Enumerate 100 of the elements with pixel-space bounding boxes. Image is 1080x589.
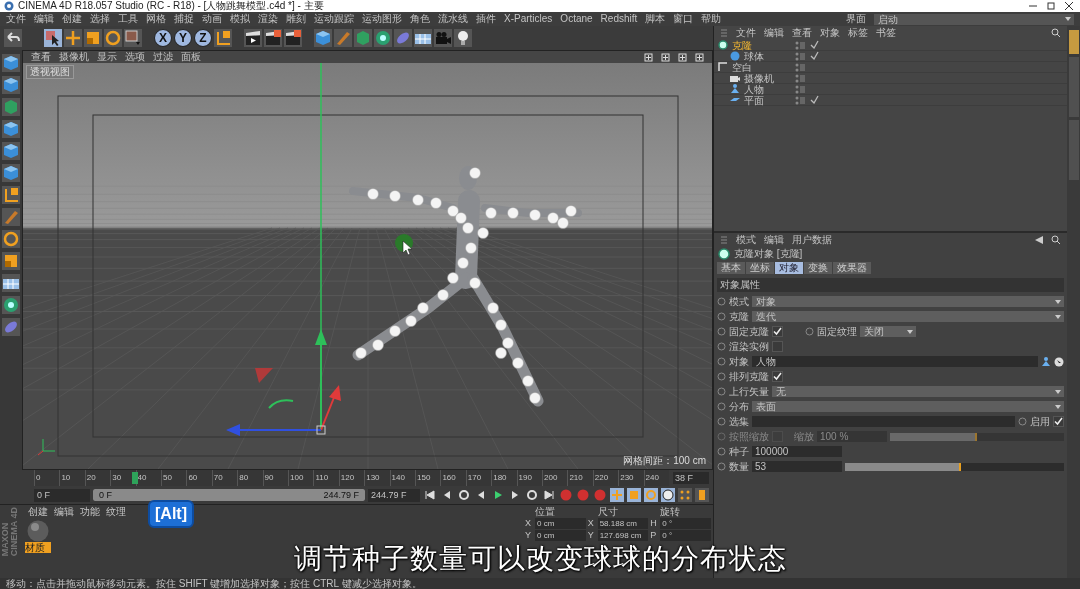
checkbox[interactable]: [772, 341, 783, 352]
axis-lock-button[interactable]: X: [154, 29, 172, 47]
checkbox[interactable]: [772, 371, 783, 382]
menu-item[interactable]: 捕捉: [174, 13, 194, 25]
checkbox[interactable]: [1053, 416, 1064, 427]
dots-icon[interactable]: [678, 488, 692, 502]
object-name[interactable]: 摄像机: [744, 72, 794, 84]
menu-item[interactable]: X-Particles: [504, 13, 553, 25]
move-arrows-icon[interactable]: [644, 52, 653, 62]
layout-dropdown[interactable]: 启动: [874, 13, 1074, 25]
dropdown[interactable]: 关闭: [860, 326, 916, 337]
keyframe-dot-icon[interactable]: [717, 357, 726, 366]
axis-lock-button[interactable]: Z: [194, 29, 212, 47]
playhead-marker[interactable]: [132, 472, 139, 484]
clapperboard-icon[interactable]: [244, 29, 262, 47]
menu-item[interactable]: 编辑: [764, 27, 784, 39]
menu-item[interactable]: 对象: [820, 27, 840, 39]
keyframe-dot-icon[interactable]: [717, 447, 726, 456]
tab[interactable]: 基本: [717, 262, 745, 274]
viewport-menu-item[interactable]: 选项: [125, 51, 145, 63]
menu-item[interactable]: 渲染: [258, 13, 278, 25]
timeline-icon[interactable]: [695, 488, 709, 502]
clapperboard-icon[interactable]: [264, 29, 282, 47]
tab[interactable]: 坐标: [746, 262, 774, 274]
ring-icon[interactable]: [2, 230, 20, 248]
material-ball-icon[interactable]: [27, 520, 49, 542]
skip-end-icon[interactable]: [542, 488, 556, 502]
menu-item[interactable]: 模拟: [230, 13, 250, 25]
dropdown[interactable]: 无: [772, 386, 1064, 397]
grid-icon[interactable]: [2, 274, 20, 292]
link-field[interactable]: 人物: [752, 356, 1038, 367]
dropdown[interactable]: 迭代: [752, 311, 1064, 322]
viewport-menu-item[interactable]: 面板: [181, 51, 201, 63]
object-name[interactable]: 球体: [744, 50, 794, 62]
menu-item[interactable]: 编辑: [34, 13, 54, 25]
side-tab[interactable]: [1068, 30, 1079, 54]
axis-lock-button[interactable]: Y: [174, 29, 192, 47]
keyframe-dot-icon[interactable]: [717, 417, 726, 426]
move-icon[interactable]: [64, 29, 82, 47]
flower-icon[interactable]: [374, 29, 392, 47]
menu-item[interactable]: 文件: [6, 13, 26, 25]
tab[interactable]: 变换: [804, 262, 832, 274]
keyframe-dot-icon[interactable]: [717, 297, 726, 306]
keyframe-dot-icon[interactable]: [1018, 417, 1027, 426]
object-name[interactable]: 空白: [732, 61, 794, 73]
keyframe-dot-icon[interactable]: [717, 312, 726, 321]
flower-icon[interactable]: [2, 296, 20, 314]
cube-icon[interactable]: [314, 29, 332, 47]
menu-item[interactable]: 创建: [62, 13, 82, 25]
menu-item[interactable]: 标签: [848, 27, 868, 39]
menu-item[interactable]: 脚本: [645, 13, 666, 25]
scale-icon[interactable]: [84, 29, 102, 47]
keyframe-dot-icon[interactable]: [717, 387, 726, 396]
object-name[interactable]: 人物: [744, 83, 794, 95]
number-field[interactable]: 100000: [752, 446, 842, 457]
pick-icon[interactable]: [1054, 356, 1064, 367]
coordinate-field[interactable]: 0 °: [660, 530, 711, 541]
bulb-icon[interactable]: [454, 29, 472, 47]
menu-item[interactable]: 流水线: [438, 13, 468, 25]
view-name-label[interactable]: 透视视图: [26, 65, 74, 79]
cube-icon[interactable]: [2, 120, 20, 138]
menu-item[interactable]: 编辑: [764, 234, 784, 246]
menu-item[interactable]: 窗口: [673, 13, 694, 25]
rotate-view-icon[interactable]: [678, 52, 687, 62]
material-menu-item[interactable]: 编辑: [54, 505, 74, 518]
object-name[interactable]: 平面: [744, 94, 794, 106]
back-arrow-icon[interactable]: [1035, 236, 1043, 244]
loop-icon[interactable]: [457, 488, 471, 502]
camera-icon[interactable]: [434, 29, 452, 47]
coordinate-field[interactable]: 0 cm: [535, 530, 586, 541]
end-frame-field[interactable]: 244.79 F: [368, 488, 420, 502]
viewport-menu-item[interactable]: 摄像机: [59, 51, 89, 63]
keyframe-dot-icon[interactable]: [805, 327, 814, 336]
close-icon[interactable]: [1062, 1, 1076, 11]
material-menu-item[interactable]: 纹理: [106, 505, 126, 518]
viewport-menu-item[interactable]: 过滤: [153, 51, 173, 63]
hexagon-icon[interactable]: [2, 98, 20, 116]
menu-item[interactable]: 模式: [736, 234, 756, 246]
material-menu-item[interactable]: 创建: [28, 505, 48, 518]
current-frame-field[interactable]: 38 F: [673, 472, 709, 484]
skip-start-icon[interactable]: [423, 488, 437, 502]
coordinate-field[interactable]: 127.698 cm: [597, 530, 649, 541]
menu-item[interactable]: 用户数据: [792, 234, 832, 246]
menu-item[interactable]: 插件: [476, 13, 496, 25]
keyframe-dot-icon[interactable]: [717, 372, 726, 381]
grid-icon[interactable]: [414, 29, 432, 47]
menu-item[interactable]: 查看: [792, 27, 812, 39]
slider-track[interactable]: [845, 462, 1064, 471]
menu-item[interactable]: Octane: [560, 13, 593, 25]
menu-item[interactable]: 帮助: [701, 13, 722, 25]
menu-item[interactable]: 运动跟踪: [314, 13, 354, 25]
coordinate-field[interactable]: 58.188 cm: [597, 518, 649, 529]
maximize-icon[interactable]: [1044, 1, 1058, 11]
menu-item[interactable]: 文件: [736, 27, 756, 39]
parameter-icon[interactable]: [661, 488, 675, 502]
undo-icon[interactable]: [4, 29, 22, 47]
menu-item[interactable]: 书签: [876, 27, 896, 39]
corner-icon[interactable]: [2, 186, 20, 204]
keyframe-dot-icon[interactable]: [717, 402, 726, 411]
search-icon[interactable]: [1051, 28, 1061, 38]
